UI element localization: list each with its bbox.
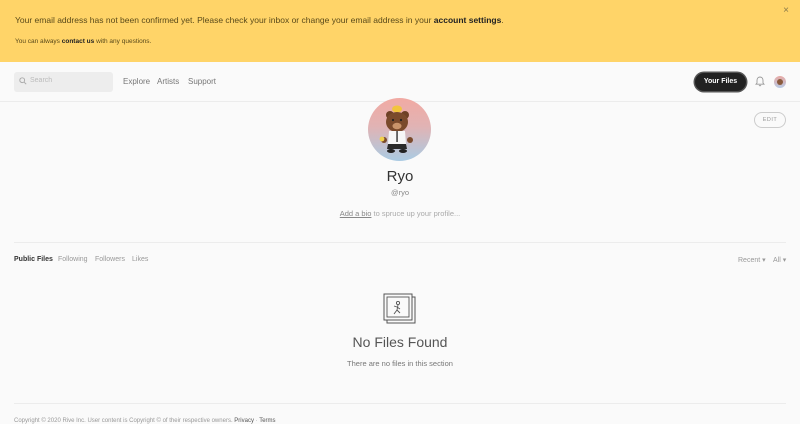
nav-support-link[interactable]: Support [188,77,216,86]
profile-name: Ryo [386,168,414,185]
banner-message-text: Your email address has not been confirme… [15,15,434,25]
banner-subtext-end: with any questions. [94,38,152,45]
nav-artists-link[interactable]: Artists [157,77,179,86]
your-files-button[interactable]: Your Files [695,73,746,91]
empty-files-icon [383,293,416,324]
privacy-link[interactable]: Privacy [234,418,254,424]
nav-explore-link[interactable]: Explore [123,77,150,86]
bio-hint: to spruce up your profile... [371,209,461,218]
search-input[interactable]: Search [14,72,113,92]
banner-subtext-start: You can always [15,38,62,45]
tab-likes[interactable]: Likes [132,256,148,263]
divider [14,242,786,243]
bear-character-icon [379,105,413,153]
add-bio-link[interactable]: Add a bio [340,209,372,218]
user-avatar-small[interactable] [774,76,786,88]
tab-followers[interactable]: Followers [95,256,125,263]
profile-avatar [368,98,431,161]
empty-state-title: No Files Found [352,334,448,350]
search-placeholder: Search [30,77,53,84]
copyright-text: Copyright © 2020 Rive Inc. User content … [14,418,235,424]
tab-following[interactable]: Following [58,256,88,263]
email-confirmation-banner: Your email address has not been confirme… [0,0,800,62]
empty-state-subtitle: There are no files in this section [347,359,453,368]
profile-handle: @ryo [390,188,410,197]
scope-dropdown[interactable]: All ▾ [773,256,786,264]
terms-link[interactable]: Terms [259,418,275,424]
banner-message: Your email address has not been confirme… [15,15,504,25]
profile-bio: Add a bio to spruce up your profile... [0,209,800,218]
footer: Copyright © 2020 Rive Inc. User content … [14,418,276,424]
edit-profile-button[interactable]: EDIT [754,112,786,128]
account-settings-link[interactable]: account settings [434,15,502,25]
tab-public-files[interactable]: Public Files [14,256,53,263]
bell-icon[interactable] [755,76,765,87]
search-icon [19,77,27,85]
banner-subtext: You can always contact us with any quest… [15,38,151,45]
contact-us-link[interactable]: contact us [62,38,95,45]
close-icon[interactable]: × [780,5,792,17]
footer-divider [14,403,786,404]
top-nav: Search Explore Artists Support Your File… [0,62,800,102]
banner-message-end: . [501,15,504,25]
sort-dropdown[interactable]: Recent ▾ [738,256,766,264]
